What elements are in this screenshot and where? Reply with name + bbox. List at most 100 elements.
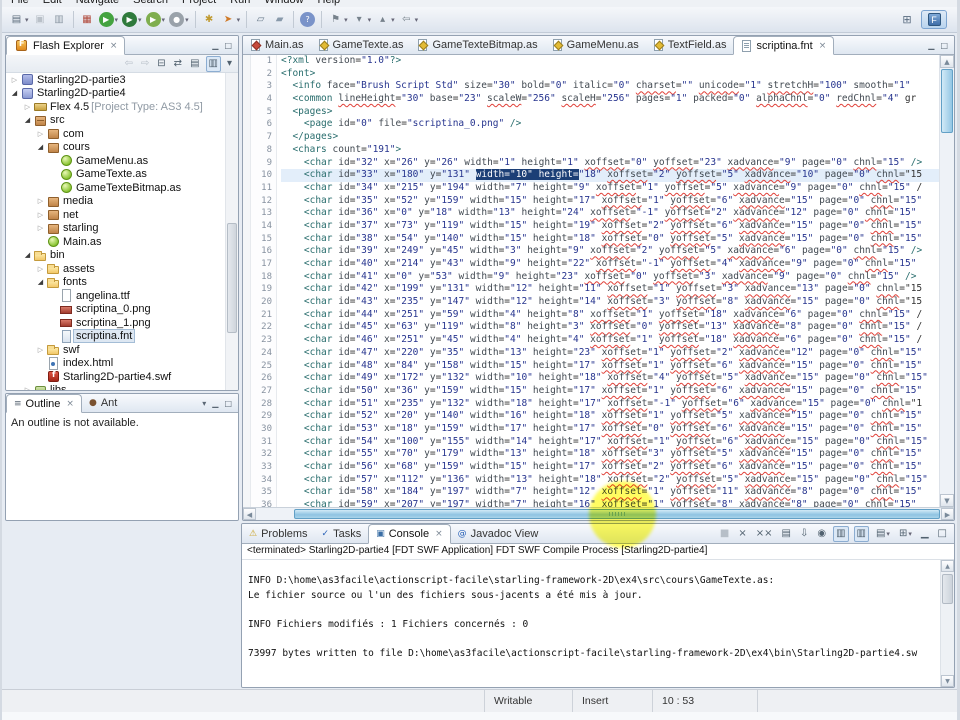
dropdown-arrow-icon[interactable]: ▾: [115, 16, 119, 24]
code-line[interactable]: <page id="0" file="scriptina_0.png" />: [281, 118, 939, 131]
tree-item-gametextebitmap-as[interactable]: GameTexteBitmap.as: [6, 181, 238, 195]
display-selected-console-icon[interactable]: ▤▾: [874, 527, 892, 541]
scroll-track[interactable]: [940, 68, 954, 494]
scroll-thumb[interactable]: [227, 223, 237, 333]
bookmark-button[interactable]: ⚑ ▾: [326, 10, 350, 30]
dropdown-arrow-icon[interactable]: ▾: [886, 530, 890, 538]
minimize-icon[interactable]: ▁: [928, 41, 934, 50]
flat-layout-icon[interactable]: ▤: [188, 57, 201, 71]
open-type-button[interactable]: ▱: [251, 10, 270, 30]
scroll-down-icon[interactable]: ▼: [940, 494, 954, 507]
console-output[interactable]: INFO D:\home\as3facile\actionscript-faci…: [242, 560, 954, 687]
expander-icon[interactable]: ▷: [35, 211, 46, 219]
code-line[interactable]: <char id="32" x="26" y="26" width="1" he…: [281, 157, 939, 170]
dropdown-arrow-icon[interactable]: ▾: [237, 16, 241, 24]
code-line[interactable]: <char id="54" x="100" y="155" width="14"…: [281, 436, 939, 449]
tree-item-scriptina-fnt[interactable]: scriptina.fnt: [6, 329, 238, 344]
tab-ant[interactable]: ● Ant: [82, 394, 124, 412]
tab-outline[interactable]: ≡ Outline ×: [6, 394, 82, 413]
close-icon[interactable]: ×: [110, 41, 118, 51]
collapse-all-icon[interactable]: ⊟: [155, 57, 167, 71]
editor-tab-gametextebitmap-as[interactable]: GameTexteBitmap.as: [410, 36, 544, 54]
previous-annotation-button[interactable]: ▴ ▾: [373, 10, 397, 30]
close-icon[interactable]: ×: [819, 41, 827, 51]
tree-item-index-html[interactable]: index.html: [6, 356, 238, 371]
show-stdout-icon[interactable]: ▥: [833, 525, 849, 542]
code-line[interactable]: <char id="58" x="184" y="197" width="7" …: [281, 486, 939, 499]
code-line[interactable]: <char id="53" x="18" y="159" width="17" …: [281, 423, 939, 436]
open-perspective-button[interactable]: ⊞: [897, 10, 917, 29]
dropdown-arrow-icon[interactable]: ▾: [162, 16, 166, 24]
tab-console[interactable]: ▣ Console ×: [368, 524, 451, 544]
code-line[interactable]: <char id="55" x="70" y="179" width="13" …: [281, 448, 939, 461]
code-line[interactable]: <char id="43" x="235" y="147" width="12"…: [281, 296, 939, 309]
tree-item-starling2d-partie4-swf[interactable]: Starling2D-partie4.swf: [6, 370, 238, 384]
scroll-left-icon[interactable]: ◀: [243, 508, 256, 520]
tree-item-fonts[interactable]: ◢ fonts: [6, 276, 238, 290]
code-line[interactable]: <char id="34" x="215" y="194" width="7" …: [281, 182, 939, 195]
menu-project[interactable]: Project: [175, 0, 223, 7]
menu-navigate[interactable]: Navigate: [69, 0, 126, 7]
code-area[interactable]: <?xml version="1.0"?> <font> <info face="…: [277, 55, 939, 507]
code-line[interactable]: <pages>: [281, 106, 939, 119]
tree-item-swf[interactable]: ▷ swf: [6, 343, 238, 357]
maximize-icon[interactable]: □: [940, 41, 948, 50]
maximize-icon[interactable]: □: [936, 527, 949, 541]
code-line[interactable]: <font>: [281, 68, 939, 81]
scroll-right-icon[interactable]: ▶: [941, 508, 954, 520]
editor-horizontal-scrollbar[interactable]: ◀ ▶: [243, 507, 954, 520]
link-with-editor-icon[interactable]: ⇄: [172, 57, 184, 71]
tree-item-angelina-ttf[interactable]: angelina.ttf: [6, 289, 238, 303]
code-line[interactable]: <char id="42" x="199" y="131" width="12"…: [281, 283, 939, 296]
expander-icon[interactable]: ◢: [22, 251, 33, 259]
code-line[interactable]: <char id="57" x="112" y="136" width="13"…: [281, 474, 939, 487]
menu-help[interactable]: Help: [311, 0, 348, 7]
editor-tab-gamemenu-as[interactable]: GameMenu.as: [545, 36, 646, 54]
dropdown-arrow-icon[interactable]: ▾: [185, 16, 189, 24]
tree-item-scriptina-0-png[interactable]: scriptina_0.png: [6, 303, 238, 317]
expander-icon[interactable]: ▷: [35, 197, 46, 205]
editor-tab-textfield-as[interactable]: TextField.as: [646, 36, 734, 54]
dropdown-arrow-icon[interactable]: ▾: [368, 16, 372, 24]
dropdown-arrow-icon[interactable]: ▾: [415, 16, 419, 24]
tree-item-assets[interactable]: ▷ assets: [6, 262, 238, 276]
open-resource-button[interactable]: ▰: [270, 10, 289, 30]
editor-tab-scriptina-fnt[interactable]: scriptina.fnt ×: [733, 36, 835, 55]
flash-explorer-tab[interactable]: Flash Explorer ×: [6, 36, 126, 55]
tree-scrollbar[interactable]: [225, 73, 238, 390]
scroll-up-icon[interactable]: ▲: [941, 560, 954, 572]
expander-icon[interactable]: ▷: [9, 76, 20, 84]
dropdown-arrow-icon[interactable]: ▾: [391, 16, 395, 24]
scroll-thumb[interactable]: [294, 509, 940, 519]
fdt-perspective-button[interactable]: F: [921, 10, 947, 29]
code-line[interactable]: <char id="41" x="0" y="53" width="9" hei…: [281, 271, 939, 284]
remove-launch-icon[interactable]: ×: [736, 527, 748, 541]
tree-item-bin[interactable]: ◢ bin: [6, 249, 238, 263]
tree-item-src[interactable]: ◢ src: [6, 114, 238, 128]
dropdown-arrow-icon[interactable]: ▾: [908, 530, 912, 538]
code-line[interactable]: <char id="35" x="52" y="159" width="15" …: [281, 195, 939, 208]
back-history-button[interactable]: ⇦ ▾: [397, 10, 421, 30]
code-line[interactable]: <char id="56" x="68" y="159" width="15" …: [281, 461, 939, 474]
code-line[interactable]: <char id="51" x="235" y="132" width="18"…: [281, 398, 939, 411]
debug-button[interactable]: ▶ ▾: [120, 10, 144, 30]
code-line[interactable]: <char id="40" x="214" y="43" width="9" h…: [281, 258, 939, 271]
pin-console-icon[interactable]: ◉: [815, 527, 828, 541]
code-line[interactable]: <?xml version="1.0"?>: [281, 55, 939, 68]
code-line[interactable]: <char id="46" x="251" y="45" width="4" h…: [281, 334, 939, 347]
code-line[interactable]: <char id="44" x="251" y="59" width="4" h…: [281, 309, 939, 322]
tree-item-starling2d-partie4[interactable]: ◢ Starling2D-partie4: [6, 87, 238, 101]
expander-icon[interactable]: ▷: [35, 265, 46, 273]
view-menu-icon[interactable]: ▾: [202, 399, 206, 408]
menu-search[interactable]: Search: [126, 0, 175, 7]
expander-icon[interactable]: ◢: [22, 116, 33, 124]
editor-tab-gametexte-as[interactable]: GameTexte.as: [311, 36, 411, 54]
close-icon[interactable]: ×: [66, 399, 74, 409]
dropdown-arrow-icon[interactable]: ▾: [25, 16, 29, 24]
new-wizard-button[interactable]: ▤ ▾: [7, 10, 31, 30]
code-line[interactable]: <char id="37" x="73" y="119" width="15" …: [281, 220, 939, 233]
view-menu-icon[interactable]: ▾: [225, 57, 234, 71]
code-line[interactable]: <char id="45" x="63" y="119" width="8" h…: [281, 321, 939, 334]
next-annotation-button[interactable]: ▾ ▾: [350, 10, 374, 30]
expander-icon[interactable]: ▷: [22, 103, 33, 111]
